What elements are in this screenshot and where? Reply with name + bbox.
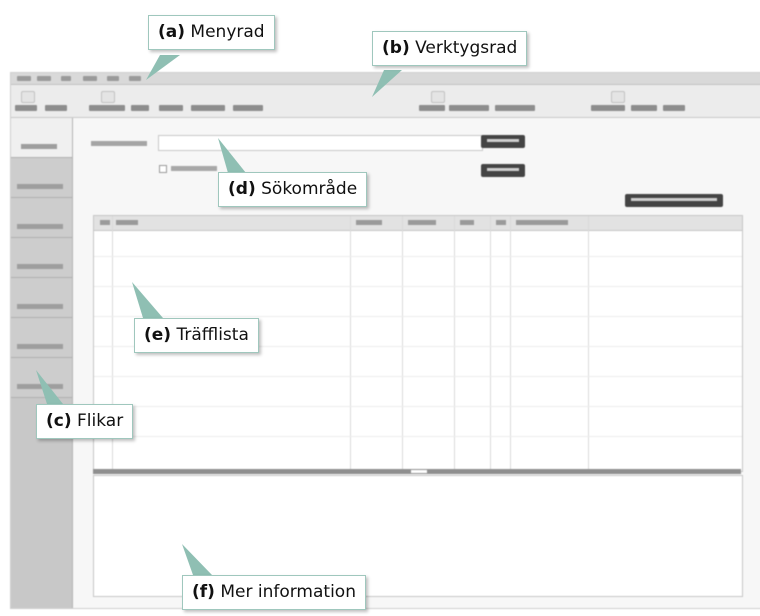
pointer-d	[218, 138, 246, 173]
pointer-c	[36, 370, 63, 404]
pointer-f	[182, 544, 212, 575]
pointer-e	[132, 282, 163, 318]
callout-hit-list: (e) Träfflista	[134, 318, 259, 353]
callout-pointers	[36, 55, 402, 575]
callout-menubar: (a) Menyrad	[148, 15, 275, 50]
pointer-b	[372, 70, 402, 97]
callout-toolbar: (b) Verktygsrad	[372, 31, 528, 66]
pointer-a	[146, 55, 180, 80]
callout-more-info: (f) Mer information	[182, 575, 366, 610]
callout-search-area: (d) Sökområde	[218, 172, 368, 207]
callout-tabs: (c) Flikar	[36, 404, 134, 439]
